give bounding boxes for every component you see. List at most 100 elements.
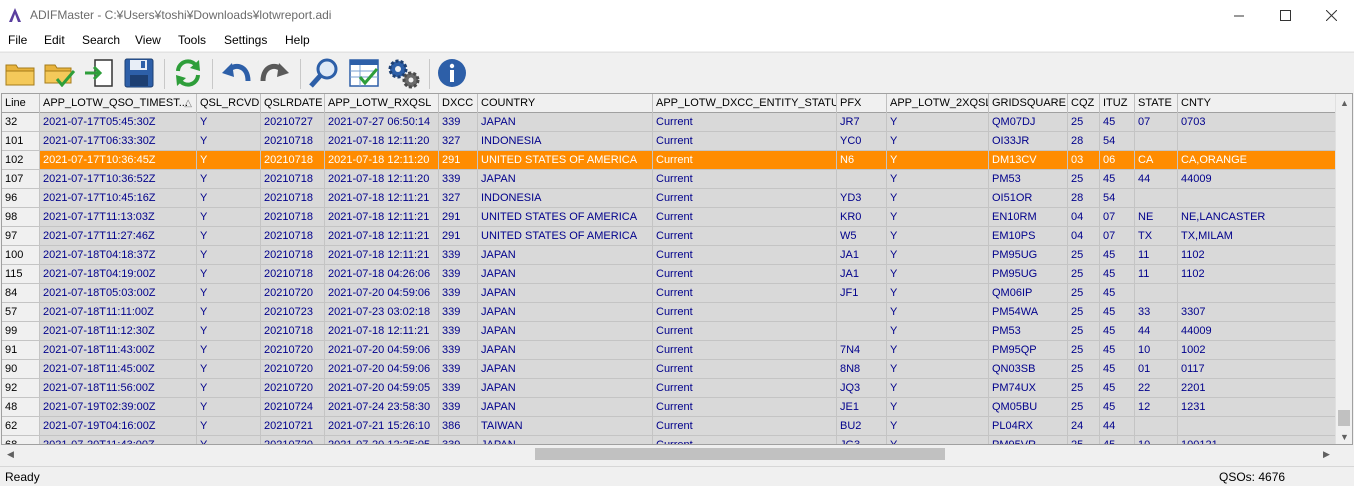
cell-cnty[interactable]: 100121 (1178, 436, 1336, 444)
cell-rxqsl[interactable]: 2021-07-18 12:11:21 (325, 246, 439, 265)
cell-gridsquare[interactable]: EM10PS (989, 227, 1068, 246)
cell-rxqsl[interactable]: 2021-07-18 12:11:21 (325, 227, 439, 246)
cell-qso-timestamp[interactable]: 2021-07-17T10:45:16Z (40, 189, 197, 208)
cell-dxcc-entity-status[interactable]: Current (653, 360, 837, 379)
column-header-pfx[interactable]: PFX (837, 94, 887, 113)
cell-pfx[interactable]: JE1 (837, 398, 887, 417)
cell-gridsquare[interactable]: DM13CV (989, 151, 1068, 170)
title-bar[interactable]: ADIFMaster - C:¥Users¥toshi¥Downloads¥lo… (0, 0, 1354, 31)
cell-qsl-rcvd[interactable]: Y (197, 303, 261, 322)
scroll-left-arrow-icon[interactable]: ◀ (7, 449, 14, 460)
vertical-scrollbar[interactable]: ▲ ▼ (1335, 94, 1352, 444)
cell-qso-timestamp[interactable]: 2021-07-18T11:45:00Z (40, 360, 197, 379)
cell-2xqsl[interactable]: Y (887, 360, 989, 379)
column-header-state[interactable]: STATE (1135, 94, 1178, 113)
cell-dxcc-entity-status[interactable]: Current (653, 341, 837, 360)
cell-line[interactable]: 97 (2, 227, 40, 246)
cell-dxcc[interactable]: 339 (439, 246, 478, 265)
column-header-ituz[interactable]: ITUZ (1100, 94, 1135, 113)
cell-line[interactable]: 98 (2, 208, 40, 227)
cell-dxcc-entity-status[interactable]: Current (653, 303, 837, 322)
cell-2xqsl[interactable]: Y (887, 227, 989, 246)
cell-pfx[interactable]: JA1 (837, 265, 887, 284)
cell-dxcc-entity-status[interactable]: Current (653, 170, 837, 189)
cell-qsl-rcvd[interactable]: Y (197, 379, 261, 398)
cell-qso-timestamp[interactable]: 2021-07-18T05:03:00Z (40, 284, 197, 303)
cell-dxcc[interactable]: 291 (439, 208, 478, 227)
cell-qsl-rcvd[interactable]: Y (197, 436, 261, 444)
menu-tools[interactable]: Tools (178, 33, 206, 47)
cell-line[interactable]: 68 (2, 436, 40, 444)
cell-gridsquare[interactable]: OI33JR (989, 132, 1068, 151)
cell-line[interactable]: 115 (2, 265, 40, 284)
cell-cqz[interactable]: 25 (1068, 379, 1100, 398)
cell-qslrdate[interactable]: 20210718 (261, 151, 325, 170)
cell-qso-timestamp[interactable]: 2021-07-17T11:27:46Z (40, 227, 197, 246)
cell-cqz[interactable]: 03 (1068, 151, 1100, 170)
cell-dxcc-entity-status[interactable]: Current (653, 322, 837, 341)
table-row[interactable]: 96 2021-07-17T10:45:16Z Y 20210718 2021-07-1… (2, 189, 1336, 208)
cell-qslrdate[interactable]: 20210720 (261, 341, 325, 360)
cell-country[interactable]: JAPAN (478, 341, 653, 360)
cell-cnty[interactable]: TX,MILAM (1178, 227, 1336, 246)
cell-gridsquare[interactable]: PM95UG (989, 246, 1068, 265)
cell-dxcc[interactable]: 339 (439, 341, 478, 360)
cell-qsl-rcvd[interactable]: Y (197, 132, 261, 151)
cell-ituz[interactable]: 45 (1100, 379, 1135, 398)
cell-line[interactable]: 101 (2, 132, 40, 151)
cell-2xqsl[interactable]: Y (887, 322, 989, 341)
cell-qsl-rcvd[interactable]: Y (197, 151, 261, 170)
save-button[interactable] (122, 56, 156, 90)
cell-qso-timestamp[interactable]: 2021-07-18T11:11:00Z (40, 303, 197, 322)
scroll-right-arrow-icon[interactable]: ▶ (1323, 449, 1330, 460)
cell-country[interactable]: JAPAN (478, 284, 653, 303)
cell-cqz[interactable]: 25 (1068, 246, 1100, 265)
cell-2xqsl[interactable]: Y (887, 303, 989, 322)
table-row[interactable]: 32 2021-07-17T05:45:30Z Y 20210727 2021-07-2… (2, 113, 1336, 132)
search-button[interactable] (307, 56, 341, 90)
horizontal-scrollbar[interactable]: ◀ ▶ (1, 445, 1353, 463)
cell-qsl-rcvd[interactable]: Y (197, 113, 261, 132)
menu-search[interactable]: Search (82, 33, 120, 47)
cell-qslrdate[interactable]: 20210718 (261, 265, 325, 284)
cell-dxcc[interactable]: 339 (439, 113, 478, 132)
cell-dxcc[interactable]: 339 (439, 379, 478, 398)
cell-qso-timestamp[interactable]: 2021-07-18T11:56:00Z (40, 379, 197, 398)
cell-cqz[interactable]: 25 (1068, 265, 1100, 284)
cell-dxcc-entity-status[interactable]: Current (653, 246, 837, 265)
cell-cnty[interactable]: 1102 (1178, 265, 1336, 284)
cell-dxcc-entity-status[interactable]: Current (653, 189, 837, 208)
cell-ituz[interactable]: 45 (1100, 303, 1135, 322)
cell-rxqsl[interactable]: 2021-07-20 04:59:06 (325, 360, 439, 379)
cell-rxqsl[interactable]: 2021-07-18 12:11:20 (325, 151, 439, 170)
cell-2xqsl[interactable]: Y (887, 341, 989, 360)
cell-cqz[interactable]: 28 (1068, 132, 1100, 151)
cell-country[interactable]: TAIWAN (478, 417, 653, 436)
cell-cnty[interactable]: NE,LANCASTER (1178, 208, 1336, 227)
cell-qslrdate[interactable]: 20210720 (261, 360, 325, 379)
table-row[interactable]: 91 2021-07-18T11:43:00Z Y 20210720 2021-07-2… (2, 341, 1336, 360)
cell-dxcc-entity-status[interactable]: Current (653, 227, 837, 246)
cell-pfx[interactable]: 7N4 (837, 341, 887, 360)
cell-ituz[interactable]: 07 (1100, 227, 1135, 246)
table-row[interactable]: 62 2021-07-19T04:16:00Z Y 20210721 2021-07-2… (2, 417, 1336, 436)
undo-button[interactable] (219, 56, 253, 90)
cell-rxqsl[interactable]: 2021-07-23 03:02:18 (325, 303, 439, 322)
cell-line[interactable]: 107 (2, 170, 40, 189)
cell-country[interactable]: UNITED STATES OF AMERICA (478, 208, 653, 227)
cell-state[interactable]: 22 (1135, 379, 1178, 398)
cell-ituz[interactable]: 45 (1100, 322, 1135, 341)
cell-rxqsl[interactable]: 2021-07-21 15:26:10 (325, 417, 439, 436)
cell-2xqsl[interactable]: Y (887, 379, 989, 398)
cell-pfx[interactable]: W5 (837, 227, 887, 246)
cell-gridsquare[interactable]: QM06IP (989, 284, 1068, 303)
cell-dxcc[interactable]: 339 (439, 303, 478, 322)
cell-gridsquare[interactable]: PM74UX (989, 379, 1068, 398)
cell-country[interactable]: JAPAN (478, 246, 653, 265)
cell-cnty[interactable] (1178, 189, 1336, 208)
cell-state[interactable]: 10 (1135, 436, 1178, 444)
cell-2xqsl[interactable]: Y (887, 284, 989, 303)
vertical-scroll-thumb[interactable] (1338, 410, 1350, 426)
cell-dxcc-entity-status[interactable]: Current (653, 284, 837, 303)
cell-rxqsl[interactable]: 2021-07-20 04:59:05 (325, 379, 439, 398)
